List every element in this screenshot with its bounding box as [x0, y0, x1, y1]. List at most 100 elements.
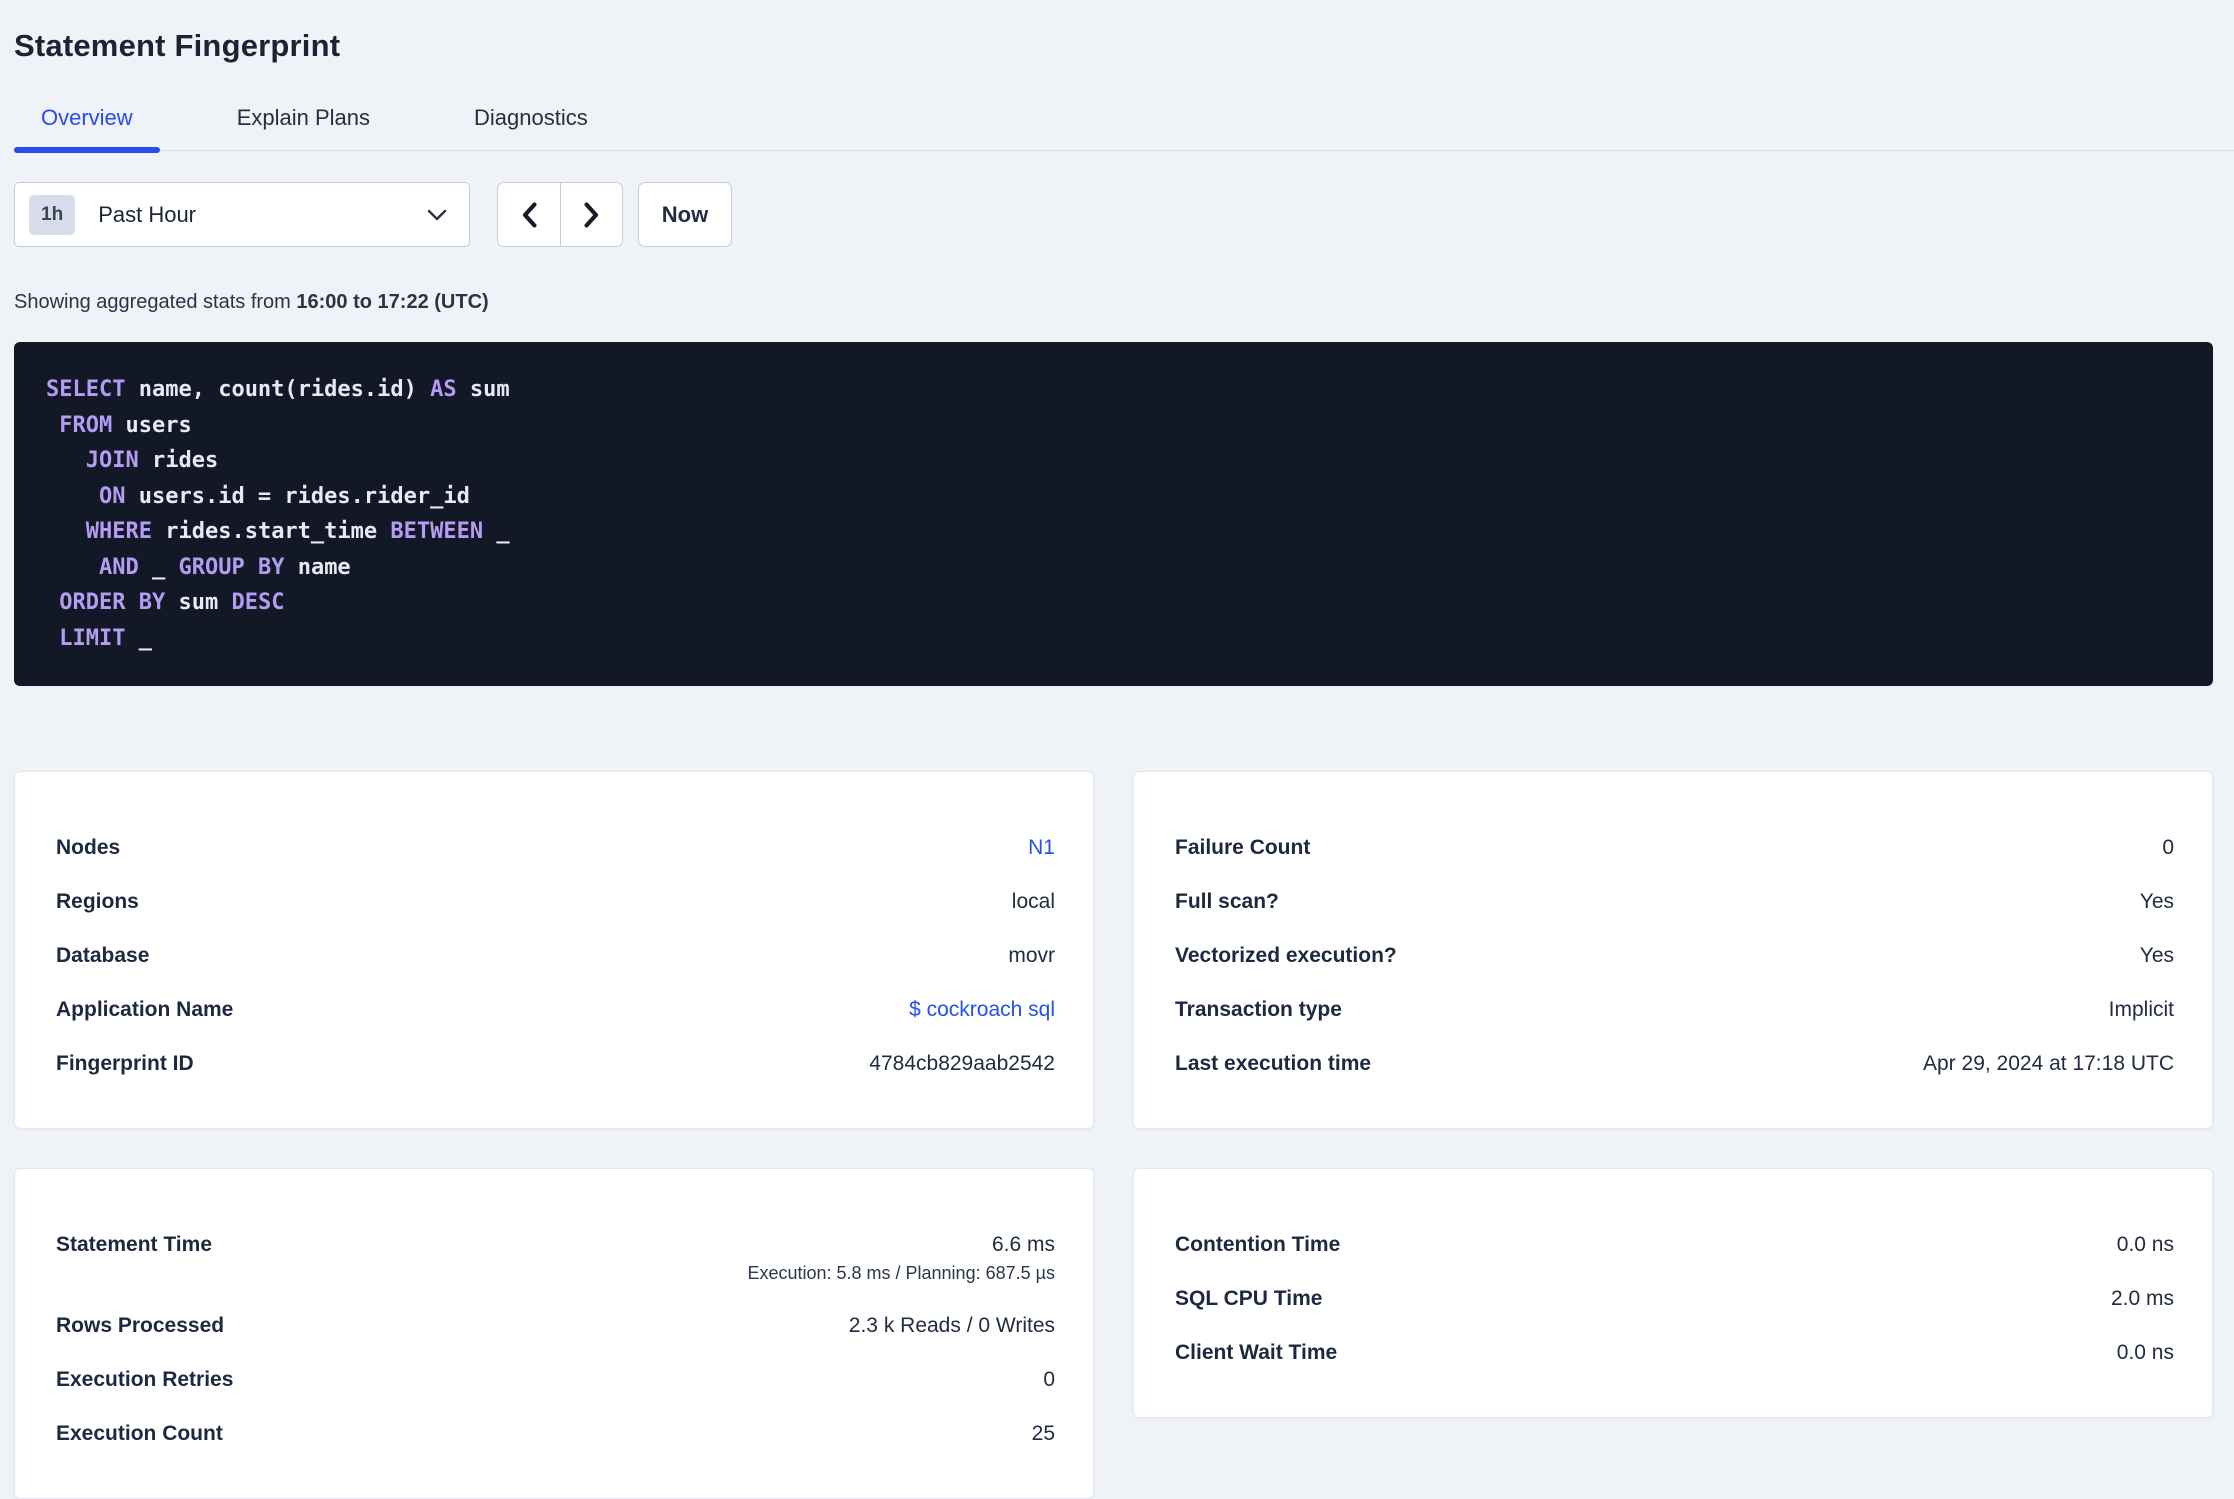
stat-value-group: 0.0 ns [2117, 1231, 2174, 1259]
prev-time-button[interactable] [498, 183, 560, 246]
stat-label: Contention Time [1175, 1233, 1341, 1256]
stat-label: Execution Retries [56, 1368, 234, 1391]
time-range-dropdown[interactable]: 1h Past Hour [14, 182, 470, 247]
stat-value-group: 4784cb829aab2542 [869, 1050, 1055, 1078]
stat-value-group: Yes [2140, 888, 2174, 916]
stat-value: Apr 29, 2024 at 17:18 UTC [1923, 1052, 2174, 1075]
stat-value-group: $ cockroach sql [909, 996, 1055, 1024]
stat-label: Regions [56, 890, 139, 913]
stat-value: Implicit [2108, 998, 2174, 1021]
stat-label: Transaction type [1175, 998, 1342, 1021]
stat-row: Failure Count 0 [1175, 834, 2174, 862]
stat-value-group: Implicit [2109, 996, 2174, 1024]
sql-line: SELECT name, count(rides.id) AS sum [46, 377, 510, 402]
aggregated-stats-prefix: Showing aggregated stats from [14, 291, 291, 313]
stat-value-group: 0 [2162, 834, 2174, 862]
stat-row: Rows Processed 2.3 k Reads / 0 Writes [56, 1312, 1055, 1340]
stat-row: Last execution time Apr 29, 2024 at 17:18… [1175, 1050, 2174, 1078]
stat-value-group: 0 [1043, 1366, 1055, 1394]
stat-row: Application Name $ cockroach sql [56, 996, 1055, 1024]
stat-value-group: movr [1008, 942, 1055, 970]
stat-label: Failure Count [1175, 836, 1311, 859]
stat-value-group: Apr 29, 2024 at 17:18 UTC [1923, 1050, 2174, 1078]
time-range-badge: 1h [29, 194, 76, 235]
stat-value: 25 [1031, 1422, 1055, 1445]
stat-value: movr [1008, 944, 1055, 967]
stat-label: Statement Time [56, 1233, 212, 1256]
stat-label: Fingerprint ID [56, 1052, 194, 1075]
tab-bar: Overview Explain Plans Diagnostics [14, 104, 2234, 153]
stat-row: Regions local [56, 888, 1055, 916]
chevron-left-icon [522, 201, 537, 228]
stat-row: Nodes N1 [56, 834, 1055, 862]
card-execution-attributes: Failure Count 0 Full scan? Yes Vectorized ex… [1133, 771, 2213, 1129]
stat-label: Rows Processed [56, 1314, 225, 1337]
stat-value: 0.0 ns [2116, 1233, 2174, 1256]
page-title: Statement Fingerprint [14, 28, 341, 63]
stat-value: Yes [2139, 944, 2174, 967]
stat-label: SQL CPU Time [1175, 1287, 1323, 1310]
tab-diagnostics[interactable]: Diagnostics [447, 104, 615, 150]
stat-label: Nodes [56, 836, 121, 859]
stat-value-group: 25 [1032, 1420, 1055, 1448]
tab-overview[interactable]: Overview [14, 104, 160, 153]
sql-line: ORDER BY sum DESC [59, 590, 285, 615]
sql-line: JOIN rides [85, 448, 219, 473]
chevron-down-icon [427, 209, 447, 220]
stat-value-group: 0.0 ns [2117, 1339, 2174, 1367]
stat-value-group: local [1012, 888, 1055, 916]
stat-row: Transaction type Implicit [1175, 996, 2174, 1024]
sql-statement-box: SELECT name, count(rides.id) AS sum FROM… [14, 342, 2213, 686]
stat-row: Execution Count 25 [56, 1420, 1055, 1448]
chevron-right-icon [584, 201, 599, 228]
stat-label: Database [56, 944, 150, 967]
stat-value-group: Yes [2140, 942, 2174, 970]
stat-value: Yes [2139, 890, 2174, 913]
stat-subvalue: Execution: 5.8 ms / Planning: 687.5 µs [747, 1263, 1055, 1283]
stat-label: Execution Count [56, 1422, 223, 1445]
time-step-buttons [497, 182, 623, 247]
card-execution-stats: Statement Time 6.6 ms Execution: 5.8 ms / … [14, 1168, 1094, 1499]
stat-value: 2.3 k Reads / 0 Writes [848, 1314, 1055, 1337]
card-contention-stats: Contention Time 0.0 ns SQL CPU Time 2.0 ms C… [1133, 1168, 2213, 1418]
stat-row: Database movr [56, 942, 1055, 970]
sql-line: ON users.id = rides.rider_id [98, 483, 470, 509]
stat-label: Vectorized execution? [1175, 944, 1397, 967]
stat-value: 6.6 ms [991, 1233, 1055, 1256]
tab-explain-plans[interactable]: Explain Plans [210, 104, 397, 150]
stat-row: Full scan? Yes [1175, 888, 2174, 916]
stat-value: 0.0 ns [2116, 1341, 2174, 1364]
now-button[interactable]: Now [638, 182, 732, 247]
stat-label: Last execution time [1175, 1052, 1372, 1075]
statement-fingerprint-page: Statement Fingerprint Overview Explain P… [0, 0, 2234, 1499]
aggregated-stats-text: Showing aggregated stats from 16:00 to 1… [14, 289, 2213, 315]
sql-line: FROM users [59, 412, 192, 438]
time-controls: 1h Past Hour Now [14, 182, 2213, 247]
time-range-label: Past Hour [98, 201, 197, 227]
stat-value: 0 [1043, 1368, 1055, 1391]
stat-row: Fingerprint ID 4784cb829aab2542 [56, 1050, 1055, 1078]
sql-line: WHERE rides.start_time BETWEEN _ [85, 519, 510, 544]
stat-row: Vectorized execution? Yes [1175, 942, 2174, 970]
stat-value: 4784cb829aab2542 [869, 1052, 1055, 1075]
sql-line: LIMIT _ [59, 625, 152, 651]
stat-value: 2.0 ms [2110, 1287, 2174, 1310]
stat-row: Statement Time 6.6 ms Execution: 5.8 ms / … [56, 1231, 1055, 1286]
stat-value-group: 2.3 k Reads / 0 Writes [849, 1312, 1055, 1340]
nodes-link[interactable]: N1 [1028, 834, 1055, 862]
stat-value: local [1011, 890, 1055, 913]
stat-label: Client Wait Time [1175, 1341, 1338, 1364]
sql-line: AND _ GROUP BY name [98, 554, 351, 580]
next-time-button[interactable] [560, 183, 622, 246]
stat-row: SQL CPU Time 2.0 ms [1175, 1285, 2174, 1313]
stat-value-group: 2.0 ms [2111, 1285, 2174, 1313]
stats-cards: Nodes N1 Regions local Database movr Applicati… [14, 771, 2213, 1499]
stat-value: 0 [2162, 836, 2174, 859]
application-name-link[interactable]: $ cockroach sql [909, 996, 1055, 1024]
stat-value-group: 6.6 ms Execution: 5.8 ms / Planning: 687.… [747, 1231, 1055, 1286]
stat-label: Full scan? [1175, 890, 1279, 913]
stat-label: Application Name [56, 998, 234, 1021]
stat-row: Contention Time 0.0 ns [1175, 1231, 2174, 1259]
stat-row: Execution Retries 0 [56, 1366, 1055, 1394]
stat-row: Client Wait Time 0.0 ns [1175, 1339, 2174, 1367]
